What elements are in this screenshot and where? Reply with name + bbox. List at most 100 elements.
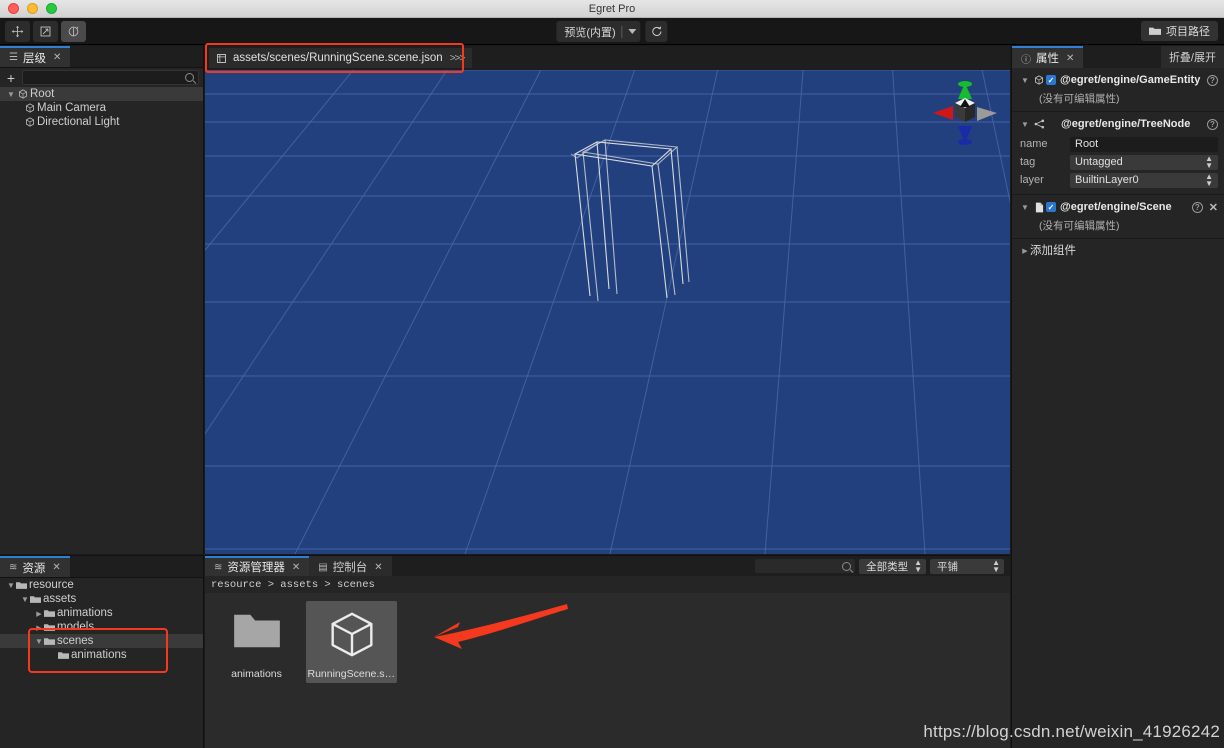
close-icon[interactable]: ✕ [374,562,382,573]
chevron-down-icon[interactable] [1020,203,1030,212]
app-toolbar: 预览(内置) 项目路径 [0,18,1224,45]
tab-hierarchy[interactable]: ☰ 层级 ✕ [0,46,71,67]
component-hint: (没有可编辑属性) [1039,220,1120,232]
component-enabled-checkbox[interactable]: ✓ [1046,202,1056,212]
stepper-icon[interactable]: ▲ ▼ [914,559,922,574]
transform-tools [5,21,86,42]
hierarchy-node-main-camera[interactable]: Main Camera [0,101,203,115]
component-treenode-header[interactable]: @egret/engine/TreeNode ? [1012,116,1224,132]
collapse-expand-button[interactable]: 折叠/展开 [1160,46,1224,68]
info-icon: ⓘ [1021,54,1031,66]
search-icon [842,561,852,571]
chevron-right-icon[interactable] [34,609,44,618]
entity-icon [1032,75,1046,85]
close-icon[interactable]: ✕ [292,562,300,573]
component-gameentity-header[interactable]: ✓ @egret/engine/GameEntity ? [1012,72,1224,88]
remove-component-button[interactable]: ✕ [1209,201,1218,214]
resource-node-scenes[interactable]: scenes [0,634,203,648]
resource-node-models[interactable]: models [0,620,203,634]
hierarchy-node-label: Directional Light [37,116,120,128]
help-icon[interactable]: ? [1191,201,1203,213]
scale-tool-button[interactable] [33,21,58,42]
resource-node-label: animations [57,607,113,619]
preview-mode-select[interactable]: 预览(内置) [556,21,641,42]
asset-browser-tabbar: ≋ 资源管理器 ✕ ▤ 控制台 ✕ 全部类型 ▲ ▼ 平铺 ▲ ▼ [205,556,1010,576]
add-entity-button[interactable]: + [4,71,18,85]
asset-search-field[interactable] [755,559,856,573]
add-component-button[interactable]: 添加组件 [1012,239,1224,261]
chevron-down-icon[interactable] [6,581,16,590]
tag-select[interactable]: Untagged ▲ ▼ [1070,154,1218,170]
help-icon[interactable]: ? [1207,74,1218,86]
resource-node-animations[interactable]: animations [0,606,203,620]
stepper-icon[interactable]: ▲ ▼ [1205,155,1213,170]
chevron-down-icon[interactable] [1020,76,1030,85]
hierarchy-node-label: Root [30,88,55,100]
close-icon[interactable]: ✕ [52,562,60,573]
hierarchy-search-field[interactable] [22,70,199,85]
close-icon[interactable]: ✕ [1066,53,1074,64]
refresh-button[interactable] [645,21,668,42]
stepper-icon[interactable]: ▲ ▼ [1205,173,1213,188]
chevron-down-icon[interactable] [20,595,30,604]
asset-item-animations[interactable]: animations [211,601,302,683]
resource-node-label: animations [71,649,127,661]
component-hint: (没有可编辑属性) [1039,93,1120,105]
window-title: Egret Pro [588,2,636,15]
treenode-icon [1032,119,1046,129]
asset-type-filter-select[interactable]: 全部类型 ▲ ▼ [859,558,926,574]
close-icon[interactable]: ✕ [53,52,61,63]
chevron-down-icon[interactable] [628,29,637,34]
rotate-tool-button[interactable] [61,21,86,42]
hierarchy-search-input[interactable] [27,72,185,83]
move-tool-button[interactable] [5,21,30,42]
resource-node-resource[interactable]: resource [0,578,203,592]
tab-resource[interactable]: ≋ 资源 ✕ [0,556,70,577]
tab-hierarchy-label: 层级 [22,52,46,65]
help-icon[interactable]: ? [1207,118,1218,130]
scene-tab-chevrons[interactable]: >>> [450,53,466,64]
component-scene-header[interactable]: ✓ @egret/engine/Scene ? ✕ [1012,199,1224,215]
asset-layout-select[interactable]: 平铺 ▲ ▼ [930,558,1004,574]
component-scene: ✓ @egret/engine/Scene ? ✕ (没有可编辑属性) [1012,195,1224,239]
console-icon: ▤ [318,561,328,573]
stack-icon: ≋ [9,562,18,573]
tab-resource-label: 资源 [22,562,46,575]
property-row-name: name Root [1012,135,1224,153]
breadcrumb[interactable]: resource > assets > scenes [205,576,1010,593]
tab-properties[interactable]: ⓘ 属性 ✕ [1012,46,1084,68]
scene-tabbar: assets/scenes/RunningScene.scene.json >>… [205,46,1010,70]
preview-controls: 预览(内置) [556,21,668,42]
asset-item-running-scene[interactable]: RunningScene.sce... [306,601,397,683]
resource-tabbar-filler [69,556,203,577]
tab-asset-manager[interactable]: ≋ 资源管理器 ✕ [205,556,310,576]
layer-select[interactable]: BuiltinLayer0 ▲ ▼ [1070,172,1218,188]
chevron-down-icon[interactable] [34,637,44,646]
hierarchy-tabbar-filler [70,46,203,67]
resource-node-assets[interactable]: assets [0,592,203,606]
chevron-down-icon[interactable] [1020,120,1030,129]
tab-running-scene[interactable]: assets/scenes/RunningScene.scene.json >>… [209,48,473,68]
resource-tabbar: ≋ 资源 ✕ [0,556,203,578]
hierarchy-node-label: Main Camera [37,102,107,114]
project-path-label: 项目路径 [1166,26,1210,38]
tag-select-value: Untagged [1075,156,1123,168]
name-field[interactable]: Root [1070,136,1218,152]
resource-node-label: resource [29,579,74,591]
chevron-down-icon[interactable] [6,90,16,99]
project-path-button[interactable]: 项目路径 [1141,21,1218,41]
tab-properties-label: 属性 [1036,53,1059,65]
stepper-icon[interactable]: ▲ ▼ [992,559,1000,574]
scene-viewport[interactable] [205,46,1010,554]
hierarchy-node-directional-light[interactable]: Directional Light [0,115,203,129]
component-enabled-checkbox[interactable]: ✓ [1046,75,1056,85]
watermark-text: https://blog.csdn.net/weixin_41926242 [923,722,1220,741]
property-row-layer: layer BuiltinLayer0 ▲ ▼ [1012,171,1224,189]
component-title: @egret/engine/TreeNode [1061,118,1191,130]
chevron-right-icon[interactable] [34,623,44,632]
hierarchy-node-root[interactable]: Root [0,87,203,101]
tab-console[interactable]: ▤ 控制台 ✕ [309,556,392,576]
resource-node-scenes-animations[interactable]: animations [0,648,203,662]
entity-icon [16,89,30,99]
resource-node-label: models [57,621,95,633]
